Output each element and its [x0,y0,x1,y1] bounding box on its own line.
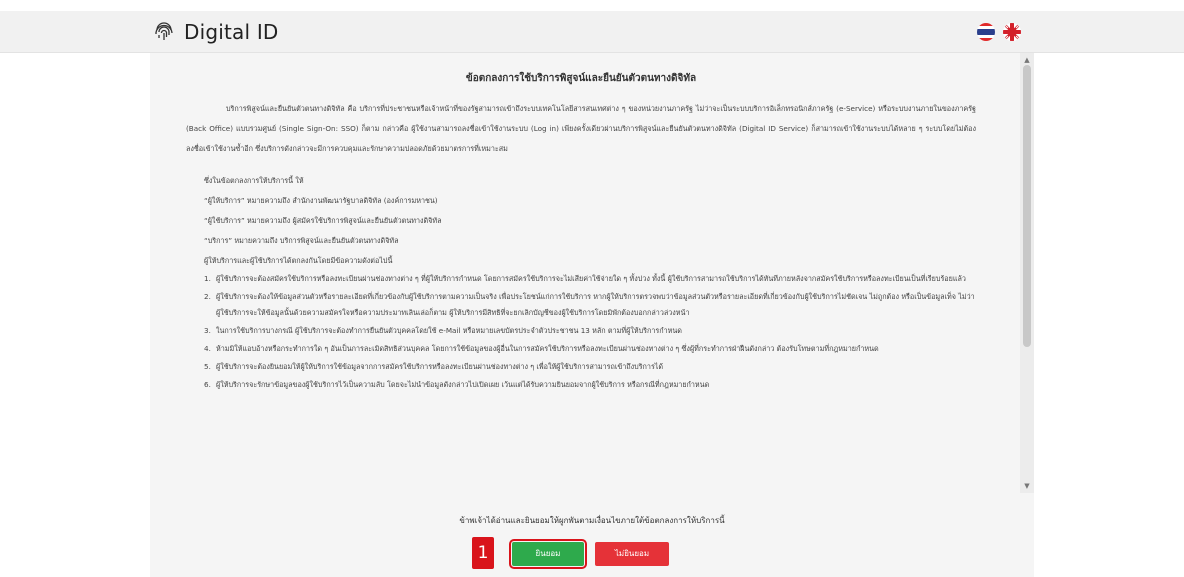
brand-name: Digital ID [184,20,279,44]
consent-statement: ข้าพเจ้าได้อ่านและยินยอมให้ผูกพันตามเงื่… [459,516,725,525]
term-number: 4. [204,344,211,353]
language-switcher [977,23,1021,41]
term-number: 3. [204,326,211,335]
term-number: 5. [204,362,211,371]
top-bar: Digital ID [0,11,1184,53]
list-item: 1. ผู้ใช้บริการจะต้องสมัครใช้บริการหรือลง… [204,271,976,287]
term-text: ผู้ให้บริการจะรักษาข้อมูลของผู้ใช้บริการ… [216,380,710,389]
term-number: 6. [204,380,211,389]
terms-list: 1. ผู้ใช้บริการจะต้องสมัครใช้บริการหรือลง… [186,271,976,393]
uk-flag-icon[interactable] [1003,23,1021,41]
list-item: 4. ห้ามมิให้แอบอ้างหรือกระทำการใด ๆ อันเป… [204,341,976,357]
scrollbar-thumb[interactable] [1023,65,1031,347]
terms-scroll-area[interactable]: ข้อตกลงการใช้บริการพิสูจน์และยืนยันตัวตน… [150,53,1020,493]
scroll-down-icon[interactable]: ▼ [1020,479,1034,493]
term-number: 2. [204,292,211,301]
terms-title: ข้อตกลงการใช้บริการพิสูจน์และยืนยันตัวตน… [465,73,697,84]
accept-button[interactable]: ยินยอม [509,539,587,569]
definitions: ซึ่งในข้อตกลงการให้บริการนี้ ให้ “ผู้ให้… [186,171,976,271]
fingerprint-icon [153,21,175,43]
terms-intro: บริการพิสูจน์และยืนยันตัวตนทางดิจิทัล คื… [186,104,976,153]
list-item: 2. ผู้ใช้บริการจะต้องให้ข้อมูลส่วนตัวหรือ… [204,289,976,321]
th-flag-icon[interactable] [977,23,995,41]
definition-line: “ผู้ให้บริการ” หมายความถึง สำนักงานพัฒนา… [204,196,438,205]
step-number-badge: 1 [472,537,494,569]
definition-line: ผู้ให้บริการและผู้ใช้บริการได้ตกลงกันโดย… [204,256,393,265]
decline-button[interactable]: ไม่ยินยอม [595,542,669,566]
list-item: 6. ผู้ให้บริการจะรักษาข้อมูลของผู้ใช้บริก… [204,377,976,393]
term-text: ในการใช้บริการบางกรณี ผู้ใช้บริการจะต้อง… [216,326,682,335]
definition-line: “บริการ” หมายความถึง บริการพิสูจน์และยืน… [204,236,399,245]
term-text: ห้ามมิให้แอบอ้างหรือกระทำการใด ๆ อันเป็น… [216,344,879,353]
term-text: ผู้ใช้บริการจะต้องยินยอมให้ผู้ให้บริการใ… [216,362,664,371]
definition-line: “ผู้ใช้บริการ” หมายความถึง ผู้สมัครใช้บร… [204,216,442,225]
definition-line: ซึ่งในข้อตกลงการให้บริการนี้ ให้ [204,176,304,185]
term-text: ผู้ใช้บริการจะต้องให้ข้อมูลส่วนตัวหรือรา… [216,292,975,317]
brand[interactable]: Digital ID [153,17,279,47]
terms-panel: ข้อตกลงการใช้บริการพิสูจน์และยืนยันตัวตน… [150,53,1034,577]
term-number: 1. [204,274,211,283]
list-item: 5. ผู้ใช้บริการจะต้องยินยอมให้ผู้ให้บริกา… [204,359,976,375]
term-text: ผู้ใช้บริการจะต้องสมัครใช้บริการหรือลงทะ… [216,274,966,283]
list-item: 3. ในการใช้บริการบางกรณี ผู้ใช้บริการจะต้… [204,323,976,339]
vertical-scrollbar[interactable]: ▲ ▼ [1020,53,1034,493]
